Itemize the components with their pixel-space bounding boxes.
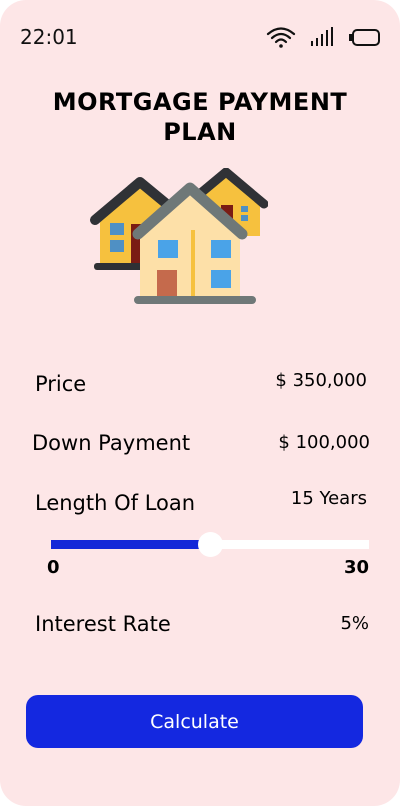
signal-icon — [310, 27, 334, 51]
slider-max-label: 30 — [343, 557, 369, 578]
status-icons — [266, 26, 380, 52]
page-title: MORTGAGE PAYMENT PLAN — [52, 88, 348, 146]
houses-illustration — [86, 167, 269, 312]
status-time: 22:01 — [20, 25, 78, 49]
loan-length-label: Length Of Loan — [35, 491, 196, 515]
phone-screen: 22:01 MORTGAGE PAYMENT PLAN Price $ 350,… — [0, 0, 400, 806]
interest-rate-label: Interest Rate — [35, 612, 171, 636]
calculate-button[interactable]: Calculate — [26, 695, 363, 748]
down-payment-value[interactable]: $ 100,000 — [278, 432, 370, 453]
wifi-icon — [266, 26, 296, 52]
slider-min-label: 0 — [47, 557, 60, 578]
interest-rate-value[interactable]: 5% — [340, 613, 369, 634]
loan-length-value: 15 Years — [290, 488, 367, 509]
battery-icon — [348, 27, 380, 51]
price-value[interactable]: $ 350,000 — [275, 370, 367, 391]
down-payment-label: Down Payment — [32, 431, 191, 455]
slider-fill — [51, 540, 210, 549]
slider-thumb[interactable] — [198, 532, 223, 557]
price-label: Price — [35, 372, 87, 396]
loan-length-slider[interactable] — [51, 532, 369, 557]
